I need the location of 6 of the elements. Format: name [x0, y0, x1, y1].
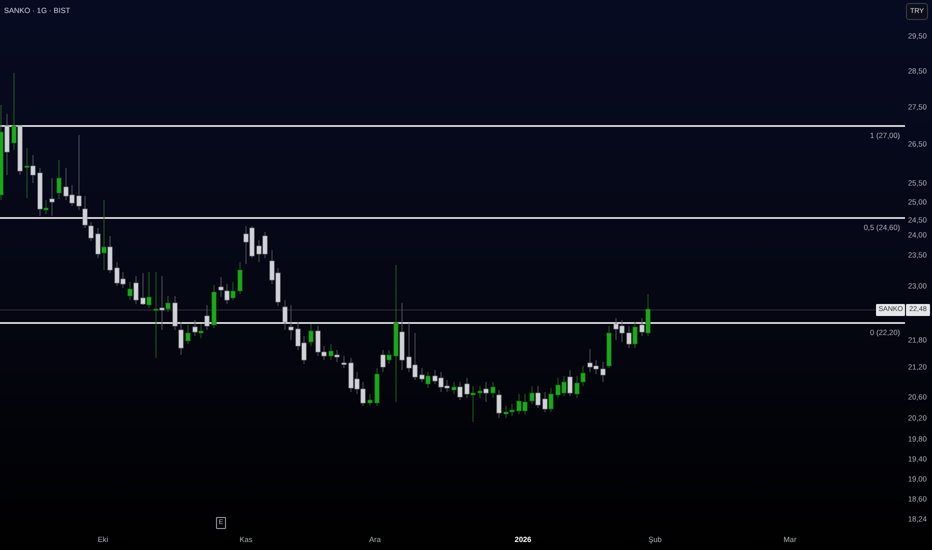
candlestick: [56, 160, 62, 200]
candlestick: [308, 324, 314, 346]
candlestick: [212, 284, 216, 328]
candlestick: [368, 394, 372, 406]
candlestick: [186, 324, 190, 344]
candlestick: [342, 356, 346, 368]
